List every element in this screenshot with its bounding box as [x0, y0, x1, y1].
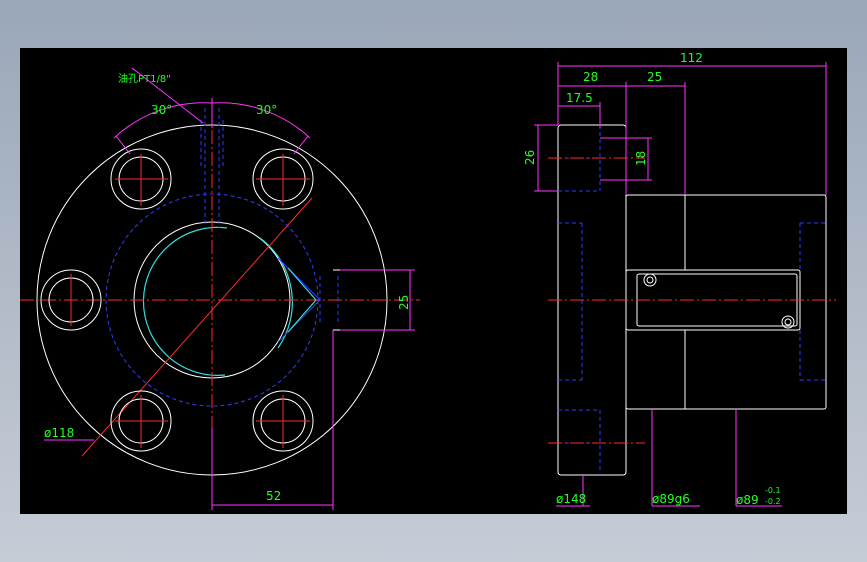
seal-hole-top: [643, 273, 657, 287]
dim-112-label: 112: [680, 51, 703, 65]
bolt-hole-top-right: [252, 148, 314, 210]
body-hidden-right: [799, 222, 826, 381]
flange-nut-drawing: 30° 30° 油孔PT1/8" 25 52 ø118 112 28 25 17…: [20, 51, 836, 510]
dim-52: [211, 330, 334, 510]
thread-arc: [142, 226, 228, 376]
bolt-hole-bottom-right: [252, 390, 314, 452]
diameter-118-leader: [81, 197, 313, 457]
flange-hidden-center: [558, 222, 583, 381]
dim-18-label: 18: [634, 151, 648, 166]
nut-body: [625, 194, 827, 410]
angle-30-left-label: 30°: [151, 103, 172, 117]
dim-17-5: [558, 102, 601, 128]
dim-25-top-label: 25: [647, 70, 662, 84]
dia89-label: ø89: [736, 493, 759, 507]
dim-52-label: 52: [266, 489, 281, 503]
dia148-label: ø148: [556, 492, 586, 506]
front-view: 30° 30° 油孔PT1/8" 25 52 ø118: [20, 67, 420, 510]
dia89-tol-upper: -0.1: [765, 486, 781, 495]
cad-viewport: 30° 30° 油孔PT1/8" 25 52 ø118 112 28 25 17…: [20, 48, 847, 514]
angle-30-right-label: 30°: [256, 103, 277, 117]
dim-25-side-label: 25: [397, 295, 411, 310]
dim-26-label: 26: [523, 150, 537, 165]
oil-hole-note: 油孔PT1/8": [118, 72, 171, 85]
side-view: 112 28 25 17.5 26 18 ø148 ø89g6 ø89 -0.1…: [523, 51, 836, 507]
dia118-label: ø118: [44, 426, 74, 440]
dim-17-5-label: 17.5: [566, 91, 593, 105]
dia89-tol-lower: -0.2: [765, 497, 781, 506]
thread-arc-right: [259, 237, 293, 349]
bolt-hole-bottom-left: [110, 390, 172, 452]
dia89g6-label: ø89g6: [652, 492, 690, 506]
dim-28-label: 28: [583, 70, 598, 84]
bolt-hole-top-left: [110, 148, 172, 210]
